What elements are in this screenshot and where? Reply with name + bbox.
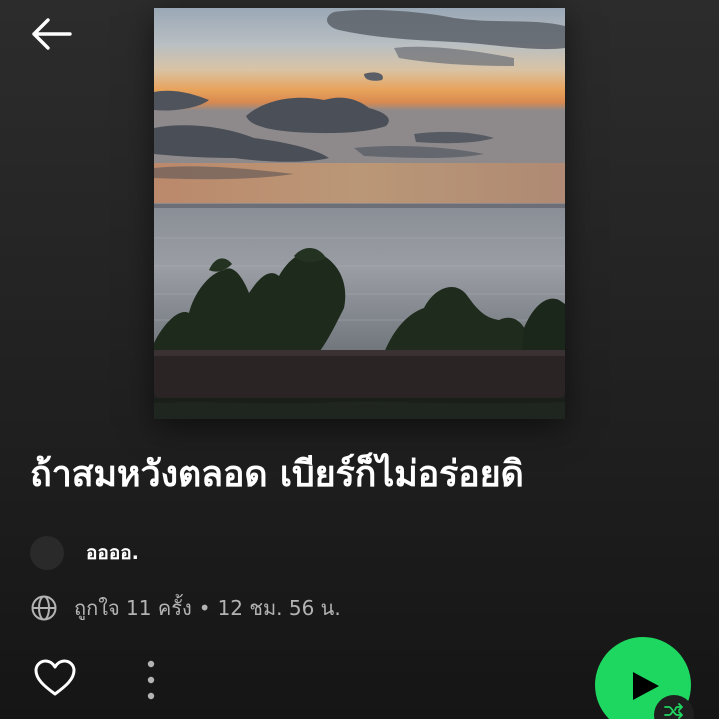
more-options-button[interactable] [136, 656, 166, 702]
shuffle-icon [664, 703, 683, 719]
playlist-cover-image [154, 8, 565, 419]
owner-avatar[interactable] [30, 536, 64, 570]
play-icon [633, 672, 659, 700]
meta-separator: • [198, 596, 211, 620]
more-vertical-icon [147, 660, 155, 700]
like-button[interactable] [32, 656, 78, 702]
playlist-meta: ถูกใจ 11 ครั้ง • 12 ชม. 56 น. [30, 590, 341, 626]
owner-name[interactable]: ออออ. [86, 538, 139, 568]
globe-icon [31, 595, 57, 621]
arrow-left-icon [32, 18, 72, 50]
likes-count: ถูกใจ 11 ครั้ง [74, 596, 192, 620]
heart-outline-icon [34, 659, 76, 696]
total-duration: 12 ชม. 56 น. [217, 596, 341, 620]
playlist-owner[interactable]: ออออ. [30, 536, 139, 570]
back-button[interactable] [26, 12, 76, 56]
playlist-title: ถ้าสมหวังตลอด เบียร์ก็ไม่อร่อยดิ [30, 454, 524, 495]
